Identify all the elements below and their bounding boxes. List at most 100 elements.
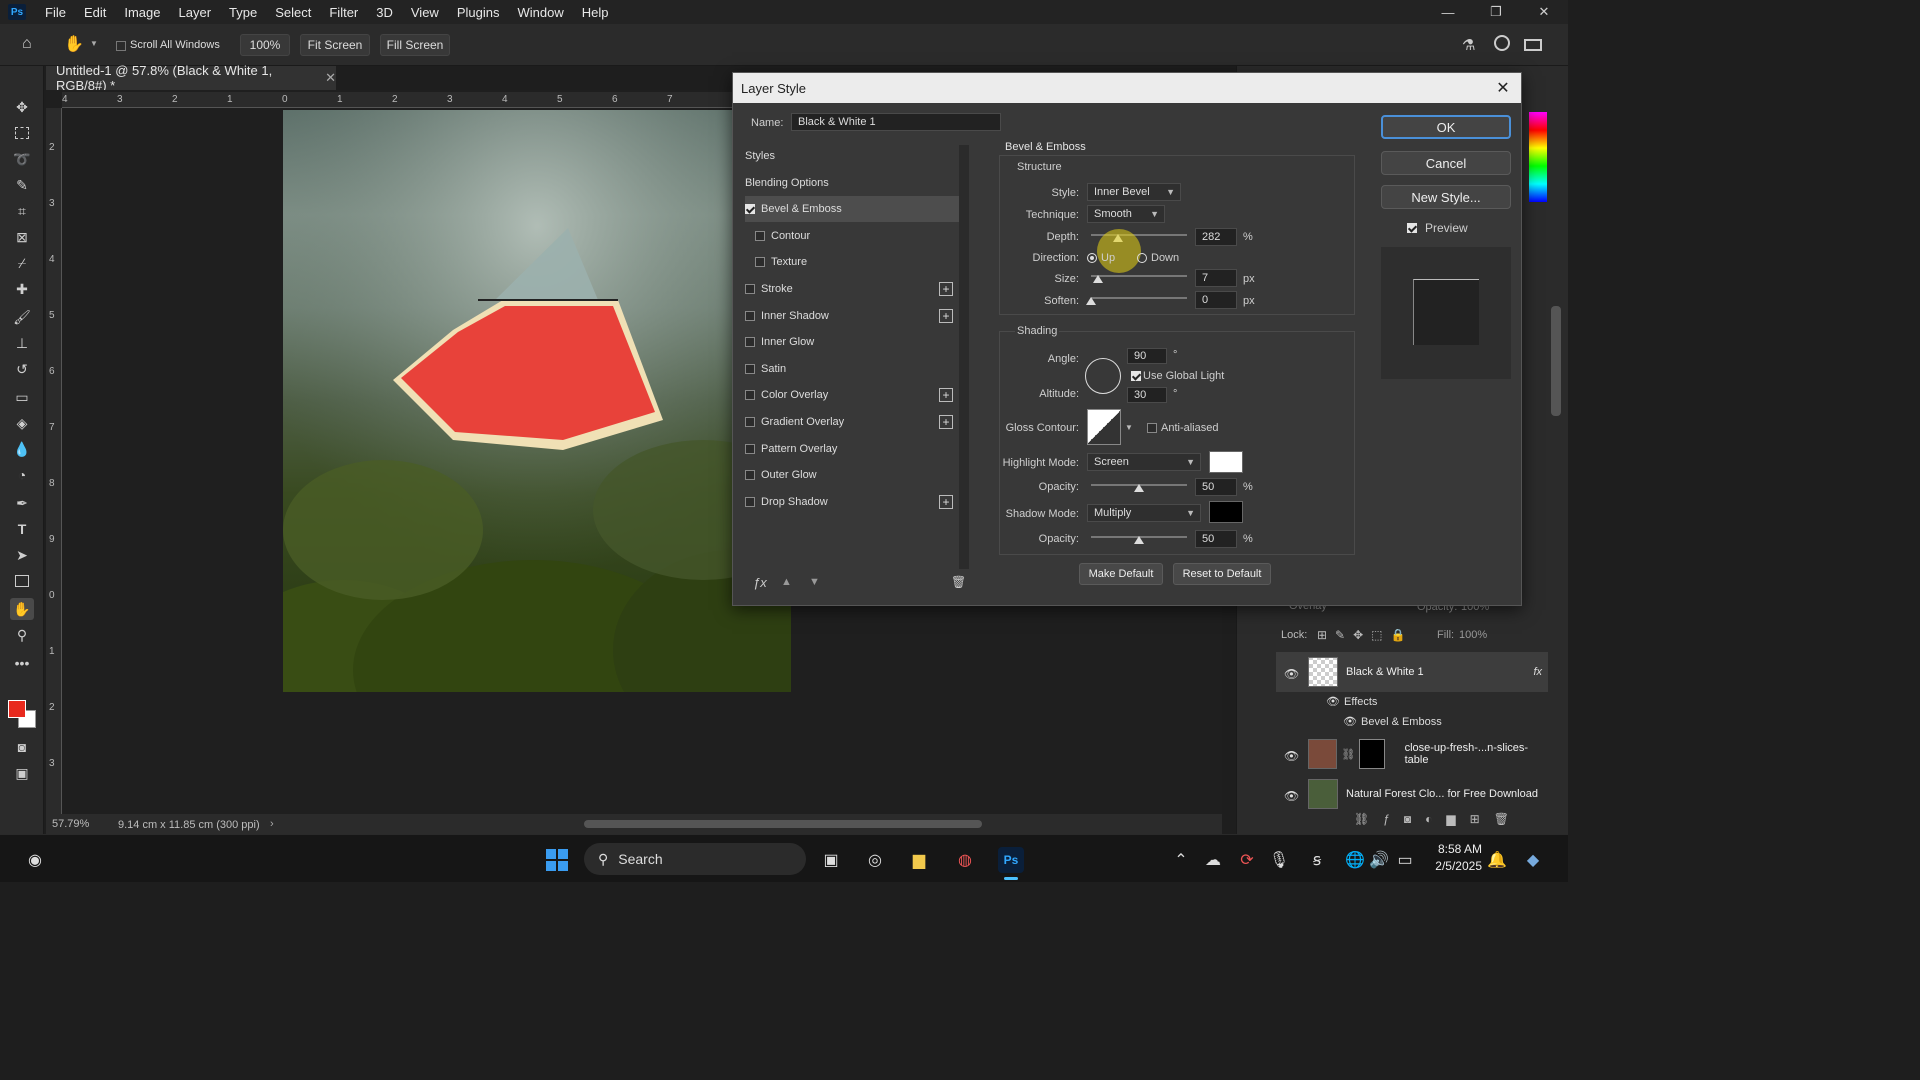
- style-select[interactable]: Inner Bevel ▼: [1087, 183, 1181, 201]
- menu-3d[interactable]: 3D: [367, 5, 402, 20]
- angle-field[interactable]: 90: [1127, 348, 1167, 364]
- menu-select[interactable]: Select: [266, 5, 320, 20]
- style-item-blending-options[interactable]: Blending Options: [745, 170, 957, 196]
- notification-bell-icon[interactable]: 🔔: [1484, 847, 1510, 873]
- style-item-drop-shadow[interactable]: Drop Shadow +: [745, 489, 957, 515]
- chrome-icon[interactable]: ◍: [952, 847, 978, 873]
- menu-help[interactable]: Help: [573, 5, 618, 20]
- style-item-texture[interactable]: Texture: [745, 249, 957, 275]
- size-field[interactable]: 7: [1195, 269, 1237, 287]
- crop-tool-icon[interactable]: ⌗: [10, 200, 34, 222]
- ok-button[interactable]: OK: [1381, 115, 1511, 139]
- history-brush-tool-icon[interactable]: ↺: [10, 358, 34, 380]
- fx-menu-icon[interactable]: ƒx: [753, 575, 767, 590]
- style-checkbox[interactable]: [755, 257, 765, 268]
- style-item-satin[interactable]: Satin: [745, 356, 957, 382]
- clock-date[interactable]: 2/5/2025: [1418, 859, 1482, 873]
- style-item-bevel-emboss[interactable]: Bevel & Emboss: [745, 196, 959, 223]
- highlight-color-swatch[interactable]: [1209, 451, 1243, 473]
- path-select-tool-icon[interactable]: ➤: [10, 544, 34, 566]
- input-method-icon[interactable]: ꞩ: [1304, 847, 1330, 873]
- fit-screen-button[interactable]: Fit Screen: [300, 34, 370, 56]
- paint-bucket-tool-icon[interactable]: ◈: [10, 412, 34, 434]
- highlight-mode-select[interactable]: Screen ▼: [1087, 453, 1201, 471]
- make-default-button[interactable]: Make Default: [1079, 563, 1163, 585]
- volume-icon[interactable]: 🔊: [1366, 847, 1392, 873]
- style-checkbox[interactable]: [745, 443, 755, 454]
- zoom-value-field[interactable]: 100%: [240, 34, 290, 56]
- visibility-eye-icon[interactable]: 👁: [1284, 749, 1299, 763]
- style-checkbox[interactable]: [745, 310, 755, 321]
- meet-icon[interactable]: ◎: [862, 847, 888, 873]
- menu-view[interactable]: View: [402, 5, 448, 20]
- flask-icon[interactable]: ⚗: [1462, 36, 1475, 54]
- layers-footer-icons[interactable]: ⛓ƒ◙◐▆⊞🗑: [1354, 812, 1523, 826]
- bevel-emboss-effect[interactable]: Bevel & Emboss: [1361, 716, 1442, 728]
- angle-dial[interactable]: [1085, 358, 1121, 394]
- visibility-eye-icon[interactable]: 👁: [1284, 667, 1299, 681]
- chevron-up-icon[interactable]: ⌃: [1168, 847, 1194, 873]
- menu-file[interactable]: File: [36, 5, 75, 20]
- close-button[interactable]: ✕: [1520, 0, 1568, 24]
- visibility-eye-icon[interactable]: 👁: [1284, 789, 1299, 803]
- altitude-field[interactable]: 30: [1127, 387, 1167, 403]
- sync-icon[interactable]: ⟳: [1234, 847, 1260, 873]
- home-icon[interactable]: ⌂: [22, 35, 42, 55]
- add-effect-icon[interactable]: +: [939, 415, 953, 429]
- zoom-tool-icon[interactable]: ⚲: [10, 624, 34, 646]
- menu-edit[interactable]: Edit: [75, 5, 115, 20]
- panel-scrollbar[interactable]: [1551, 306, 1561, 416]
- new-style-button[interactable]: New Style...: [1381, 185, 1511, 209]
- style-checkbox[interactable]: [755, 230, 765, 241]
- add-effect-icon[interactable]: +: [939, 388, 953, 403]
- highlight-opacity-field[interactable]: 50: [1195, 478, 1237, 496]
- reset-to-default-button[interactable]: Reset to Default: [1173, 563, 1271, 585]
- style-item-outer-glow[interactable]: Outer Glow: [745, 462, 957, 488]
- battery-icon[interactable]: ▭: [1392, 847, 1418, 873]
- style-checkbox[interactable]: [745, 496, 755, 507]
- style-item-color-overlay[interactable]: Color Overlay +: [745, 382, 957, 408]
- chevron-down-icon[interactable]: ▼: [90, 39, 98, 48]
- copilot-icon[interactable]: ◆: [1520, 847, 1546, 873]
- quick-mask-icon[interactable]: ◙: [10, 736, 34, 758]
- bevel-eye-icon[interactable]: 👁: [1343, 715, 1357, 728]
- layer-row[interactable]: 👁 ⛓ close-up-fresh-...n-slices-table: [1276, 734, 1548, 774]
- menu-plugins[interactable]: Plugins: [448, 5, 509, 20]
- workspace-icon[interactable]: [1524, 39, 1542, 51]
- direction-up-radio[interactable]: [1087, 253, 1097, 263]
- menu-layer[interactable]: Layer: [170, 5, 221, 20]
- style-checkbox[interactable]: [745, 337, 755, 348]
- canvas-artwork[interactable]: [283, 110, 791, 692]
- soften-slider-track[interactable]: [1091, 297, 1187, 299]
- move-down-icon[interactable]: ▼: [809, 576, 820, 588]
- hand-tool-icon[interactable]: ✋: [10, 598, 34, 620]
- marquee-tool-icon[interactable]: [10, 122, 34, 144]
- soften-slider-thumb[interactable]: [1086, 297, 1096, 305]
- minimize-button[interactable]: —: [1424, 0, 1472, 24]
- style-item-inner-shadow[interactable]: Inner Shadow +: [745, 303, 957, 329]
- highlight-opacity-thumb[interactable]: [1134, 484, 1144, 492]
- taskbar-search-box[interactable]: ⚲ Search: [584, 843, 806, 875]
- style-checkbox[interactable]: [745, 470, 755, 481]
- layer-mask-thumbnail[interactable]: [1359, 739, 1385, 769]
- more-tools-icon[interactable]: •••: [10, 652, 34, 674]
- onedrive-icon[interactable]: ☁: [1200, 847, 1226, 873]
- move-up-icon[interactable]: ▲: [781, 576, 792, 588]
- restore-button[interactable]: ❐: [1472, 0, 1520, 24]
- menu-image[interactable]: Image: [115, 5, 169, 20]
- menu-window[interactable]: Window: [508, 5, 572, 20]
- scroll-all-windows-checkbox[interactable]: [116, 41, 126, 51]
- trash-icon[interactable]: 🗑: [951, 575, 966, 589]
- network-icon[interactable]: 🌐: [1342, 847, 1368, 873]
- fill-value[interactable]: 100%: [1459, 629, 1487, 641]
- shadow-opacity-field[interactable]: 50: [1195, 530, 1237, 548]
- menu-type[interactable]: Type: [220, 5, 266, 20]
- horizontal-scrollbar[interactable]: [584, 820, 982, 828]
- photoshop-logo-icon[interactable]: Ps: [8, 4, 26, 20]
- dodge-tool-icon[interactable]: ◔: [10, 464, 34, 486]
- layer-name[interactable]: Natural Forest Clo... for Free Download: [1346, 788, 1538, 800]
- layer-name[interactable]: Black & White 1: [1346, 666, 1424, 678]
- style-item-stroke[interactable]: Stroke +: [745, 276, 957, 302]
- microphone-icon[interactable]: 🎙: [1266, 847, 1292, 873]
- style-checkbox[interactable]: [745, 390, 755, 401]
